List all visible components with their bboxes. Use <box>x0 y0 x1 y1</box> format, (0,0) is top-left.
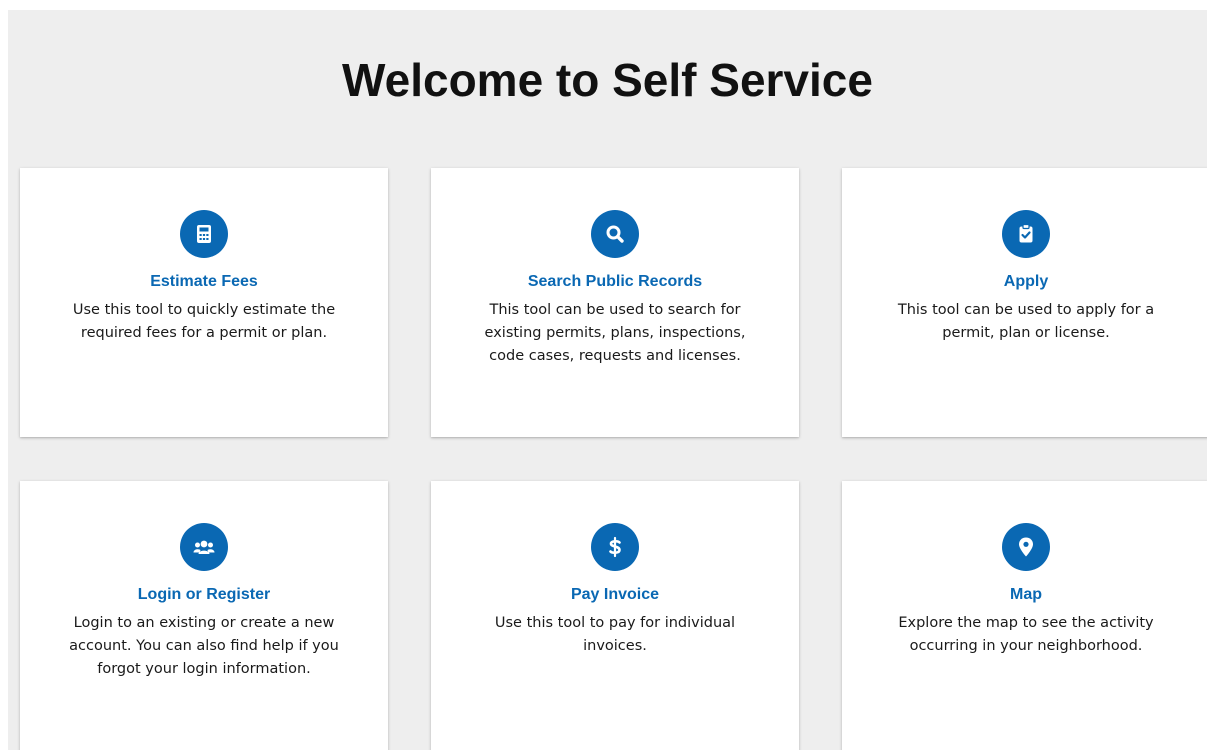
pay-invoice-title[interactable]: Pay Invoice <box>431 585 799 605</box>
apply-description: This tool can be used to apply for a per… <box>897 302 1155 341</box>
search-public-records-description: This tool can be used to search for exis… <box>484 302 746 364</box>
search-public-records-title[interactable]: Search Public Records <box>431 272 799 292</box>
apply-title[interactable]: Apply <box>842 272 1207 292</box>
map-card[interactable]: Map Explore the map to see the activity … <box>842 481 1207 750</box>
map-title[interactable]: Map <box>842 585 1207 605</box>
search-icon <box>591 210 639 258</box>
estimate-fees-description: Use this tool to quickly estimate the re… <box>72 302 336 341</box>
login-or-register-title[interactable]: Login or Register <box>20 585 388 605</box>
users-icon <box>180 523 228 571</box>
dollar-icon <box>591 523 639 571</box>
login-or-register-description: Login to an existing or create a new acc… <box>69 615 339 677</box>
pay-invoice-description: Use this tool to pay for individual invo… <box>494 615 736 654</box>
pay-invoice-card[interactable]: Pay Invoice Use this tool to pay for ind… <box>431 481 799 750</box>
login-or-register-card[interactable]: Login or Register Login to an existing o… <box>20 481 388 750</box>
self-service-page: Welcome to Self Service Estimate Fees Us… <box>8 10 1207 750</box>
map-pin-icon <box>1002 523 1050 571</box>
apply-card[interactable]: Apply This tool can be used to apply for… <box>842 168 1207 437</box>
estimate-fees-title[interactable]: Estimate Fees <box>20 272 388 292</box>
estimate-fees-card[interactable]: Estimate Fees Use this tool to quickly e… <box>20 168 388 437</box>
calculator-icon <box>180 210 228 258</box>
search-public-records-card[interactable]: Search Public Records This tool can be u… <box>431 168 799 437</box>
clipboard-check-icon <box>1002 210 1050 258</box>
map-description: Explore the map to see the activity occu… <box>898 615 1154 654</box>
page-title: Welcome to Self Service <box>342 54 873 106</box>
